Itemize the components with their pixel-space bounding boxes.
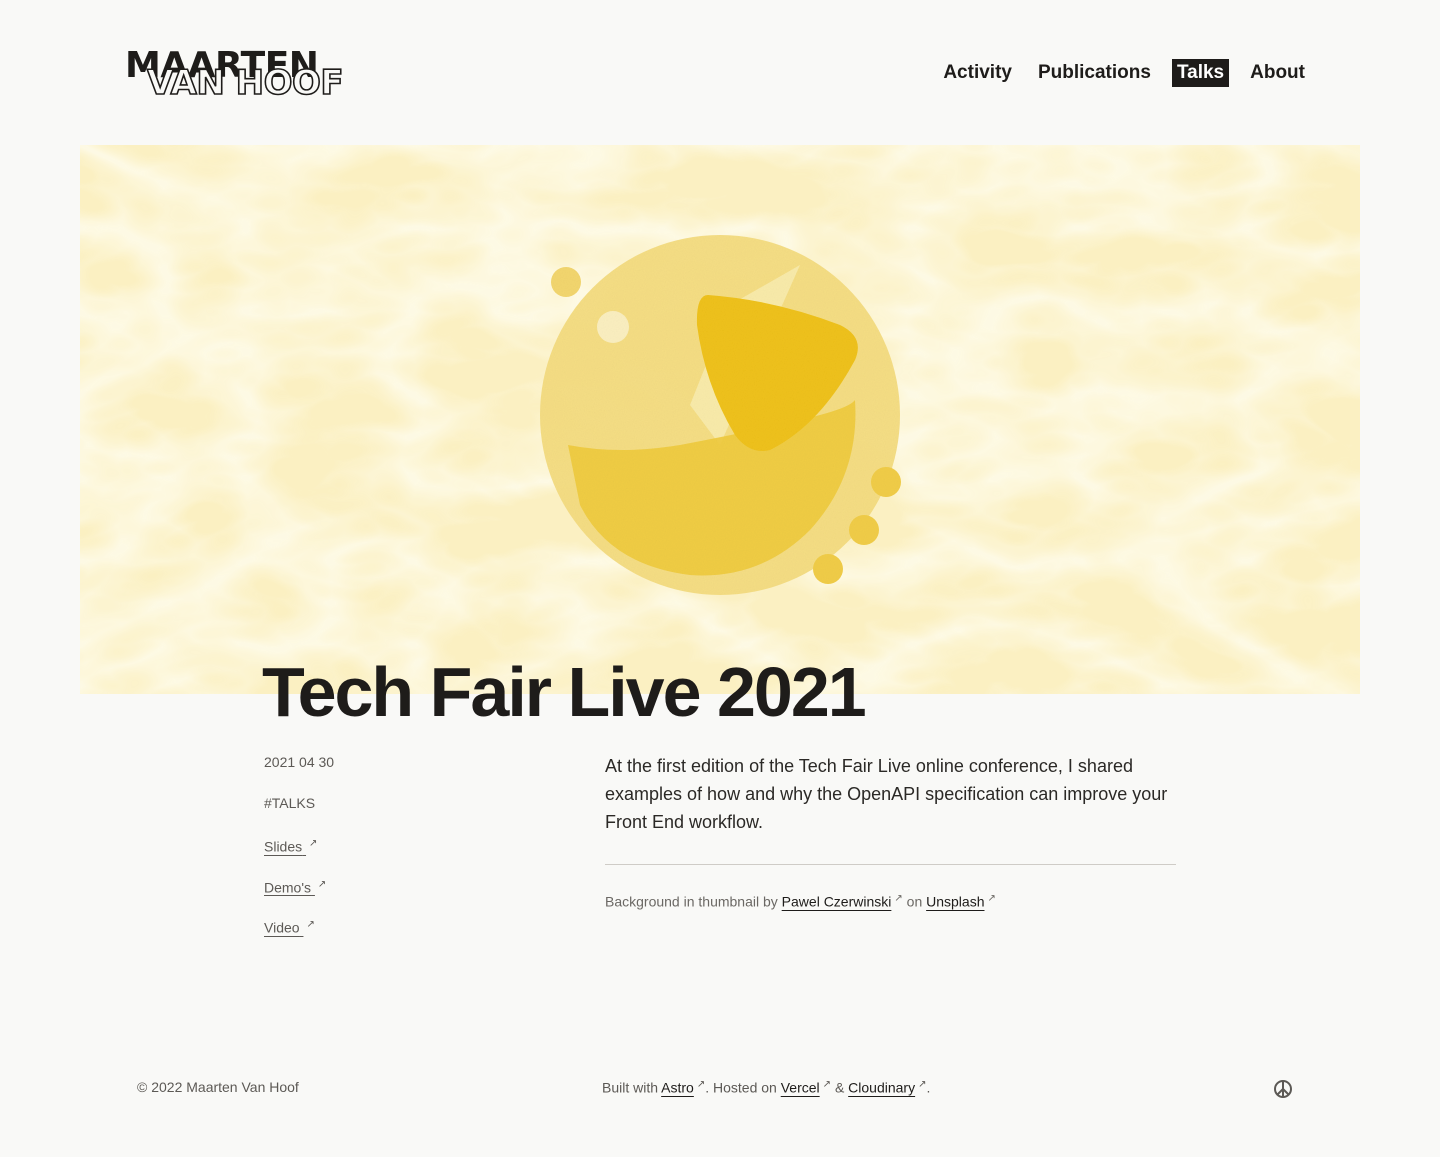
nav-publications[interactable]: Publications [1033, 59, 1156, 87]
nav-activity[interactable]: Activity [938, 59, 1017, 87]
video-link[interactable]: Video [264, 920, 303, 936]
external-link-icon: ↗ [822, 1079, 832, 1090]
logo-line-2: VAN HOOF [146, 62, 344, 104]
nav-talks[interactable]: Talks [1171, 59, 1230, 87]
credit-on: on [906, 893, 923, 910]
hero-thumbnail [80, 145, 1360, 694]
external-link-icon: ↗ [696, 1079, 706, 1090]
content-divider [605, 864, 1176, 865]
post-content: At the first edition of the Tech Fair Li… [605, 752, 1176, 910]
credit-site-link[interactable]: Unsplash [926, 894, 984, 910]
credit-prefix: Background in thumbnail by [605, 893, 778, 910]
external-link-icon: ↗ [317, 878, 327, 890]
slides-label: Slides [264, 838, 303, 855]
vercel-link[interactable]: Vercel [781, 1080, 820, 1096]
nav-about[interactable]: About [1245, 59, 1310, 87]
external-link-icon: ↗ [894, 893, 903, 904]
footer-copyright: © 2022 Maarten Van Hoof [137, 1079, 299, 1095]
external-link-icon: ↗ [987, 893, 996, 904]
demos-row: Demo's ↗ [264, 874, 524, 915]
photo-credit: Background in thumbnail by Pawel Czerwin… [605, 893, 1176, 910]
page-title: Tech Fair Live 2021 [262, 653, 867, 731]
slides-link[interactable]: Slides [264, 839, 306, 855]
site-footer: © 2022 Maarten Van Hoof Built with Astro… [0, 1076, 1440, 1100]
demos-label: Demo's [264, 879, 312, 896]
post-description: At the first edition of the Tech Fair Li… [605, 756, 1168, 832]
external-link-icon: ↗ [309, 838, 318, 849]
hosted-prefix: . Hosted on [705, 1079, 777, 1096]
video-row: Video ↗ [264, 914, 524, 955]
cloudinary-link[interactable]: Cloudinary [848, 1080, 915, 1096]
external-link-icon: ↗ [918, 1079, 927, 1090]
site-logo[interactable]: MAARTEN VAN HOOF [125, 46, 355, 104]
post-tag: #TALKS [264, 794, 316, 811]
hero-illustration [80, 145, 1360, 694]
video-label: Video [264, 919, 300, 936]
demos-link[interactable]: Demo's [264, 879, 315, 895]
amp: & [834, 1079, 845, 1096]
external-link-icon: ↗ [306, 919, 315, 930]
post-date: 2021 04 30 [264, 754, 335, 770]
astro-link[interactable]: Astro [661, 1080, 694, 1096]
credit-author-link[interactable]: Pawel Czerwinski [782, 894, 892, 910]
post-meta: 2021 04 30 #TALKS Slides ↗ Demo's ↗ Vide… [264, 752, 524, 955]
built-prefix: Built with [602, 1079, 659, 1096]
peace-icon [1272, 1078, 1294, 1100]
footer-built-with: Built with Astro ↗. Hosted on Vercel ↗ & C… [602, 1079, 930, 1096]
built-end: . [926, 1079, 931, 1096]
slides-row: Slides ↗ [264, 833, 524, 874]
main-nav: Activity Publications Talks About [938, 59, 1310, 87]
